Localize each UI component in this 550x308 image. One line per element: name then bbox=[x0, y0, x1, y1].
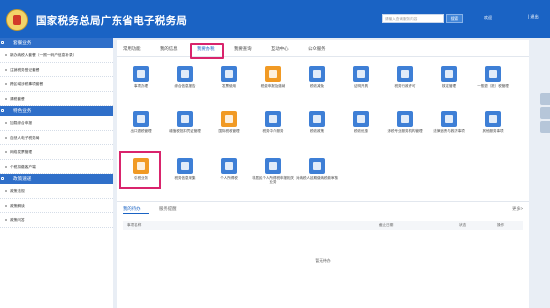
sidebar-item[interactable]: 自然人电子税务局 bbox=[0, 131, 113, 145]
document-icon bbox=[177, 66, 193, 82]
tab-my-todo[interactable]: 我的待办 bbox=[123, 206, 141, 212]
other-icon bbox=[485, 111, 501, 127]
tab-bar: 常用功能 我的信息 我要办税 我要查询 互动中心 公众服务 bbox=[117, 43, 529, 59]
empty-state-text: 暂无待办 bbox=[315, 259, 331, 263]
function-item[interactable]: 对纳税人延期缴纳税款审核 bbox=[295, 152, 339, 192]
tab-query[interactable]: 我要查询 bbox=[234, 46, 252, 52]
function-item[interactable]: 增值税抵扣凭证管理 bbox=[163, 105, 207, 145]
refund-icon bbox=[485, 66, 501, 82]
column-header: 截止日期 bbox=[379, 223, 394, 227]
function-item[interactable]: 税收政策 bbox=[295, 105, 339, 145]
invoice-icon bbox=[221, 66, 237, 82]
sidebar-item[interactable]: 个税扣缴客户端 bbox=[0, 160, 113, 174]
sidebar-item[interactable]: 加载综合申报 bbox=[0, 116, 113, 131]
function-item[interactable]: 个人所得税 bbox=[207, 152, 251, 192]
certificate-icon bbox=[353, 66, 369, 82]
preference-icon bbox=[353, 111, 369, 127]
function-item[interactable]: 一般退（抵）税管理 bbox=[471, 60, 515, 100]
main-panel: 常用功能 我的信息 我要办税 我要查询 互动中心 公众服务 事项办理 综合信息报… bbox=[117, 40, 529, 308]
sidebar-item[interactable]: 政策问答 bbox=[0, 213, 113, 228]
tab-my-info[interactable]: 我的信息 bbox=[160, 46, 178, 52]
nonresident-icon bbox=[265, 158, 281, 174]
tab-public-service[interactable]: 公众服务 bbox=[308, 46, 326, 52]
vat-voucher-icon bbox=[177, 111, 193, 127]
agency-icon bbox=[397, 111, 413, 127]
license-icon bbox=[397, 66, 413, 82]
selection-highlight-box bbox=[119, 151, 161, 189]
tax-emblem-logo bbox=[6, 9, 28, 31]
tab-interaction[interactable]: 互动中心 bbox=[271, 46, 289, 52]
sidebar-item[interactable]: 注销税务登记套餐 bbox=[0, 63, 113, 77]
function-item[interactable]: 其他服务事项 bbox=[471, 105, 515, 145]
function-item[interactable]: 税收减免 bbox=[295, 60, 339, 100]
column-header: 事项名称 bbox=[127, 223, 142, 227]
function-item[interactable]: 证明开具 bbox=[339, 60, 383, 100]
tax-declare-icon bbox=[265, 66, 281, 82]
sidebar-item[interactable]: 政策法规 bbox=[0, 184, 113, 199]
function-item[interactable]: 税务信息采集 bbox=[163, 152, 207, 192]
info-collect-icon bbox=[177, 158, 193, 174]
more-link[interactable]: 更多> bbox=[512, 206, 523, 212]
sidebar: 套餐业务 新办纳税人套餐（一照一码户信息补录） 注销税务登记套餐 跨区域涉税事项… bbox=[0, 38, 113, 308]
table-header: 事项名称 截止日期 状态 操作 bbox=[123, 221, 523, 230]
function-item[interactable]: 税收优惠 bbox=[339, 105, 383, 145]
search-input[interactable]: 请输入查询服务内容 bbox=[382, 14, 444, 23]
tax-reduction-icon bbox=[309, 66, 325, 82]
tab-service-reminder[interactable]: 服务提醒 bbox=[159, 206, 177, 212]
star-icon bbox=[1, 177, 4, 180]
export-refund-icon bbox=[133, 111, 149, 127]
policy-icon bbox=[309, 111, 325, 127]
column-header: 状态 bbox=[459, 223, 467, 227]
search-button[interactable]: 搜索 bbox=[446, 14, 463, 23]
float-button-help[interactable] bbox=[540, 107, 550, 119]
sidebar-item[interactable]: 清税套餐 bbox=[0, 92, 113, 106]
pencil-icon bbox=[133, 66, 149, 82]
column-header: 操作 bbox=[497, 223, 505, 227]
package-icon bbox=[1, 41, 4, 44]
logout-link[interactable]: | 退出 bbox=[528, 14, 539, 20]
sidebar-section-header[interactable]: 特色业务 bbox=[0, 106, 113, 116]
site-title: 国家税务总局广东省电子税务局 bbox=[36, 15, 188, 27]
intermediary-icon bbox=[265, 111, 281, 127]
international-tax-icon bbox=[221, 111, 237, 127]
float-button-service[interactable] bbox=[540, 121, 550, 133]
function-item[interactable]: 税务行政许可 bbox=[383, 60, 427, 100]
user-greeting[interactable]: 欢迎 bbox=[484, 15, 492, 21]
active-tab-underline bbox=[123, 213, 149, 214]
sidebar-item[interactable]: 跨区域涉税事项套餐 bbox=[0, 77, 113, 92]
function-item[interactable]: 涉税专业服务机构管理 bbox=[383, 105, 427, 145]
function-item[interactable]: 综合信息报告 bbox=[163, 60, 207, 100]
sidebar-item[interactable]: 政策解读 bbox=[0, 199, 113, 213]
floating-toolbar bbox=[540, 93, 550, 135]
function-item[interactable]: 税费申报及缴纳 bbox=[251, 60, 295, 100]
sidebar-section-header[interactable]: 政策速递 bbox=[0, 174, 113, 184]
header-bar: 国家税务总局广东省电子税务局 请输入查询服务内容 搜索 欢迎 | 退出 bbox=[0, 0, 550, 38]
check-icon bbox=[441, 66, 457, 82]
function-item[interactable]: 税务中介服务 bbox=[251, 105, 295, 145]
function-item[interactable]: 国际税收管理 bbox=[207, 105, 251, 145]
float-button-up[interactable] bbox=[540, 93, 550, 105]
tab-common-functions[interactable]: 常用功能 bbox=[123, 46, 141, 52]
function-item[interactable]: 核定管理 bbox=[427, 60, 471, 100]
sidebar-item[interactable]: 新办纳税人套餐（一照一码户信息补录） bbox=[0, 48, 113, 63]
sidebar-item[interactable]: 网络发票管理 bbox=[0, 145, 113, 160]
function-item[interactable]: 法律追责与救济事项 bbox=[427, 105, 471, 145]
tab-highlight-box bbox=[190, 43, 224, 59]
todo-panel: 我的待办 服务提醒 更多> 事项名称 截止日期 状态 操作 暂无待办 bbox=[117, 201, 529, 308]
sidebar-section-header[interactable]: 套餐业务 bbox=[0, 38, 113, 48]
function-item[interactable]: 出口退税管理 bbox=[119, 105, 163, 145]
law-icon bbox=[441, 111, 457, 127]
feature-icon bbox=[1, 109, 4, 112]
function-item[interactable]: 发票使用 bbox=[207, 60, 251, 100]
function-item[interactable]: 事项办理 bbox=[119, 60, 163, 100]
function-item[interactable]: 非居民个人所得税申报相关业务 bbox=[251, 152, 295, 192]
iit-icon bbox=[221, 158, 237, 174]
deferral-icon bbox=[309, 158, 325, 174]
